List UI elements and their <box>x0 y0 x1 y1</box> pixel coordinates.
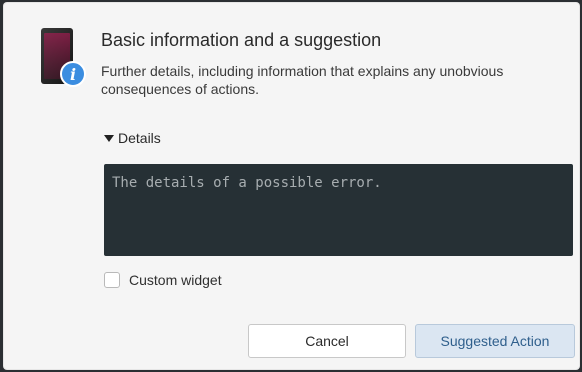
custom-widget-label: Custom widget <box>129 272 222 288</box>
device-info-icon: i <box>38 27 88 89</box>
custom-widget-checkbox[interactable] <box>104 272 120 288</box>
details-textarea[interactable] <box>112 174 565 246</box>
svg-text:i: i <box>70 65 76 84</box>
dialog-description: Further details, including information t… <box>101 63 504 97</box>
custom-widget-checkbox-row[interactable]: Custom widget <box>104 272 222 288</box>
details-text-area <box>104 164 573 256</box>
suggested-action-button[interactable]: Suggested Action <box>415 324 575 358</box>
message-dialog: i Basic information and a suggestion Fur… <box>3 2 580 370</box>
details-expander[interactable]: Details <box>104 130 161 146</box>
details-expander-label: Details <box>118 130 161 146</box>
dialog-title: Basic information and a suggestion <box>101 30 382 50</box>
cancel-button[interactable]: Cancel <box>248 324 406 358</box>
triangle-down-icon <box>104 135 114 142</box>
